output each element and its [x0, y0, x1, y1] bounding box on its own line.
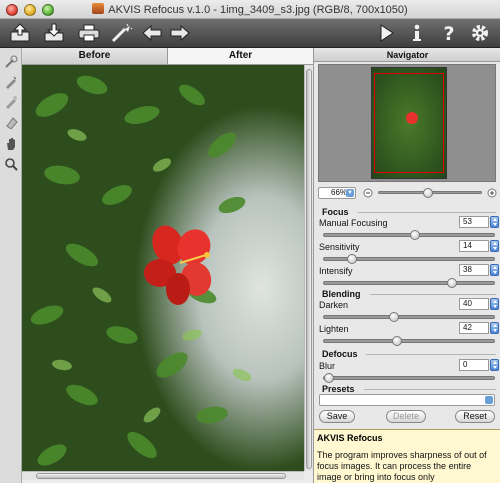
help-icon[interactable]: ? — [437, 22, 461, 44]
svg-text:?: ? — [443, 23, 454, 43]
tab-after[interactable]: After — [168, 48, 313, 64]
eraser-icon[interactable] — [3, 114, 19, 130]
darken-label: Darken — [319, 300, 349, 310]
tool-palette — [0, 48, 22, 483]
lighten-stepper[interactable] — [490, 322, 499, 334]
manual-focusing-slider-knob[interactable] — [410, 230, 420, 240]
manual-focusing-value-field[interactable]: 53 — [459, 216, 489, 228]
reset-button[interactable]: Reset — [455, 410, 495, 423]
zoom-row: 66% ▼ — [318, 187, 498, 199]
settings-icon[interactable] — [468, 22, 492, 44]
zoom-out-icon[interactable] — [363, 188, 373, 198]
main-toolbar: ? — [0, 19, 500, 48]
presets-group-title: Presets — [322, 384, 355, 394]
intensify-value-field[interactable]: 38 — [459, 264, 489, 276]
zoom-value: 66% — [331, 188, 348, 197]
navigator-title: Navigator — [314, 48, 500, 62]
focus-group-title: Focus — [322, 207, 349, 217]
presets-divider — [364, 389, 496, 390]
sensitivity-label: Sensitivity — [319, 242, 360, 252]
blur-stepper[interactable] — [490, 359, 499, 371]
settings-panel: Navigator 66% ▼ Focus Manual Focusing 53 Se… — [313, 48, 500, 483]
horizontal-scroll-thumb[interactable] — [36, 473, 286, 479]
hand-icon[interactable] — [3, 136, 19, 152]
zoom-icon[interactable] — [3, 156, 19, 172]
help-panel: AKVIS Refocus The program improves sharp… — [314, 429, 500, 483]
print-icon[interactable] — [77, 22, 101, 44]
manual-focusing-label: Manual Focusing — [319, 218, 388, 228]
blending-group-title: Blending — [322, 289, 361, 299]
presets-select[interactable] — [319, 394, 495, 406]
intensify-slider[interactable] — [323, 278, 495, 288]
lighten-label: Lighten — [319, 324, 349, 334]
delete-preset-button[interactable]: Delete — [386, 410, 426, 423]
blur-label: Blur — [319, 361, 336, 371]
open-icon[interactable] — [8, 22, 32, 44]
vertical-scrollbar[interactable] — [304, 65, 313, 471]
navigator-flower — [406, 112, 418, 124]
zoom-slider[interactable] — [378, 188, 482, 198]
help-text: The program improves sharpness of out of… — [317, 450, 487, 482]
darken-slider[interactable] — [323, 312, 495, 322]
blur-slider-knob[interactable] — [324, 373, 334, 383]
lighten-slider[interactable] — [323, 336, 495, 346]
view-tabs: Before After — [22, 48, 313, 65]
sensitivity-value-field[interactable]: 14 — [459, 240, 489, 252]
intensify-slider-knob[interactable] — [447, 278, 457, 288]
manual-focusing-stepper[interactable] — [490, 216, 499, 228]
info-icon[interactable] — [405, 22, 429, 44]
refocus-area-icon[interactable] — [3, 54, 19, 70]
save-icon[interactable] — [42, 22, 66, 44]
navigator-thumbnail — [371, 67, 447, 179]
help-title: AKVIS Refocus — [317, 433, 383, 443]
manual-focusing-slider[interactable] — [323, 230, 495, 240]
redo-icon[interactable] — [168, 22, 192, 44]
tab-before[interactable]: Before — [22, 48, 168, 64]
intensify-stepper[interactable] — [490, 264, 499, 276]
navigator-preview[interactable] — [318, 64, 496, 182]
zoom-select[interactable]: 66% ▼ — [318, 187, 356, 199]
sensitivity-slider-knob[interactable] — [347, 254, 357, 264]
lighten-slider-knob[interactable] — [392, 336, 402, 346]
blending-divider — [370, 294, 496, 295]
horizontal-scrollbar[interactable] — [22, 471, 304, 480]
chevron-down-icon — [485, 396, 493, 404]
app-logo-icon — [92, 3, 105, 14]
title-bar: AKVIS Refocus v.1.0 - 1img_3409_s3.jpg (… — [0, 0, 500, 19]
image-canvas[interactable] — [22, 65, 304, 471]
wand-icon[interactable] — [110, 22, 134, 44]
lighten-value-field[interactable]: 42 — [459, 322, 489, 334]
blur-slider[interactable] — [323, 373, 495, 383]
blur-value-field[interactable]: 0 — [459, 359, 489, 371]
zoom-slider-knob[interactable] — [423, 188, 433, 198]
background-area-icon[interactable] — [3, 94, 19, 110]
darken-slider-knob[interactable] — [389, 312, 399, 322]
vertical-scroll-thumb[interactable] — [306, 69, 312, 469]
sensitivity-slider[interactable] — [323, 254, 495, 264]
run-icon[interactable] — [374, 22, 398, 44]
sensitivity-stepper[interactable] — [490, 240, 499, 252]
darken-stepper[interactable] — [490, 298, 499, 310]
chevron-down-icon: ▼ — [346, 189, 354, 197]
keep-area-icon[interactable] — [3, 74, 19, 90]
zoom-in-icon[interactable] — [487, 188, 497, 198]
defocus-group-title: Defocus — [322, 349, 358, 359]
undo-icon[interactable] — [140, 22, 164, 44]
defocus-divider — [366, 354, 496, 355]
window-title: AKVIS Refocus v.1.0 - 1img_3409_s3.jpg (… — [108, 4, 408, 16]
focus-divider — [358, 212, 496, 213]
save-preset-button[interactable]: Save — [319, 410, 355, 423]
photo-image — [22, 65, 304, 471]
intensify-label: Intensify — [319, 266, 353, 276]
darken-value-field[interactable]: 40 — [459, 298, 489, 310]
